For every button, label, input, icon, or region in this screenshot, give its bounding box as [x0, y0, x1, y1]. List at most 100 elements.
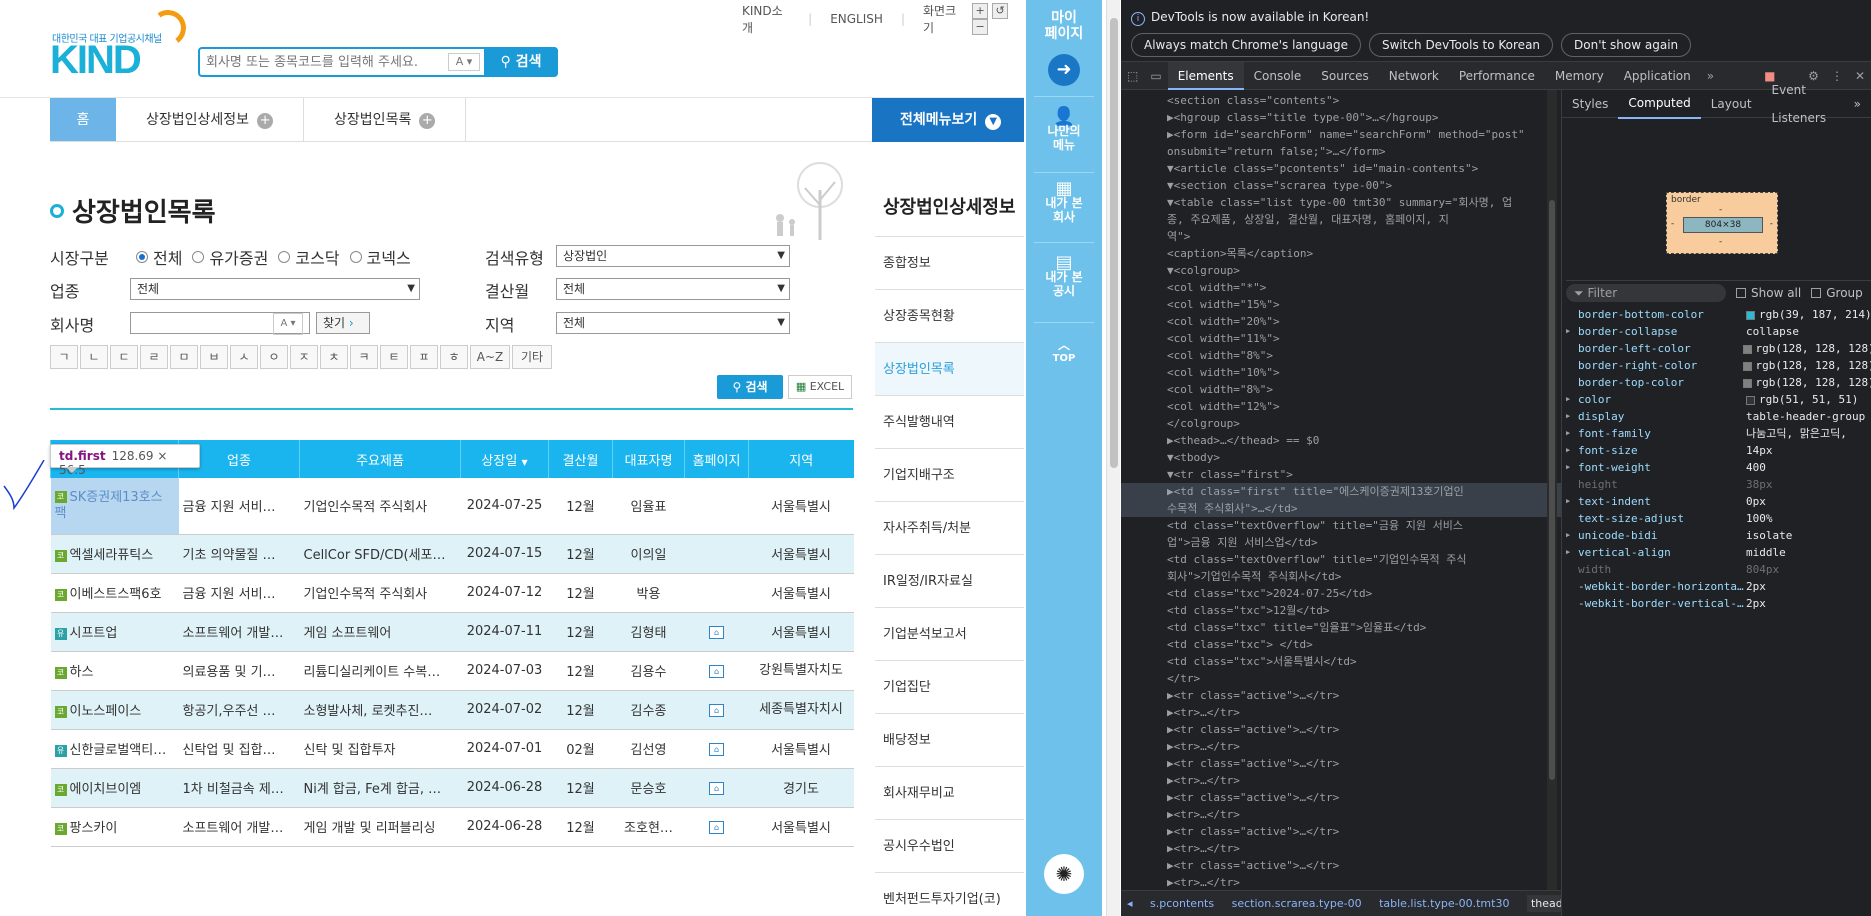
sidebar-item[interactable]: 기업지배구조 [875, 448, 1024, 501]
excel-button[interactable]: ▦ EXCEL [788, 375, 852, 399]
computed-property[interactable]: -webkit-border-vertical-… 2px [1566, 595, 1871, 612]
company-input[interactable]: A ▾ [130, 312, 310, 335]
device-toolbar-icon[interactable]: ▭ [1144, 62, 1167, 90]
char-button[interactable]: ㅇ [260, 345, 288, 369]
company-name[interactable]: 이베스트스팩6호 [70, 587, 162, 602]
computed-property[interactable]: border-right-color rgb(128, 128, 128) [1566, 357, 1871, 374]
settle-month-select[interactable]: 전체 ▼ [556, 278, 790, 300]
dom-node-line[interactable]: 업">금융 지원 서비스업</td> [1121, 534, 1561, 551]
computed-property[interactable]: width 804px [1566, 561, 1871, 578]
dom-node-line[interactable]: <col width="20%"> [1121, 313, 1561, 330]
dom-node-line[interactable]: <col width="15%"> [1121, 296, 1561, 313]
home-icon[interactable]: ⌂ [709, 665, 724, 678]
table-row[interactable]: 코 이베스트스팩6호 금융 지원 서비… 기업인수목적 주식회사 2024-07-12 1… [50, 573, 854, 613]
dom-node-line[interactable]: ▶<tr class="active">…</tr> [1121, 687, 1561, 704]
sidebar-item[interactable]: 기업분석보고서 [875, 607, 1024, 660]
more-tabs-icon[interactable]: » [1701, 62, 1720, 90]
sidebar-item[interactable]: 상장법인목록 [875, 342, 1024, 395]
company-name[interactable]: 팡스카이 [70, 821, 118, 836]
char-button[interactable]: A~Z [470, 345, 510, 369]
tab-console[interactable]: Console [1244, 62, 1312, 90]
arrow-left-icon[interactable]: ◂ [1127, 897, 1133, 910]
home-icon[interactable]: ⌂ [709, 821, 724, 834]
breadcrumb-home[interactable]: 홈 [50, 98, 116, 141]
kind-about-link[interactable]: KIND소개 [742, 2, 790, 36]
char-button[interactable]: ㅁ [170, 345, 198, 369]
char-button[interactable]: ㅍ [410, 345, 438, 369]
dom-node-line[interactable]: 수목적 주식회사">…</td> [1121, 500, 1561, 517]
dom-node-line[interactable]: ▶<tr>…</tr> [1121, 874, 1561, 890]
dom-node-line[interactable]: ▼<section class="scrarea type-00"> [1121, 177, 1561, 194]
dom-node-line[interactable]: ▶<thead>…</thead> == $0 [1121, 432, 1561, 449]
computed-property[interactable]: vertical-alignmiddle [1566, 544, 1871, 561]
viewed-company-button[interactable]: ▦ 내가 본 회사 [1026, 180, 1102, 225]
search-input[interactable] [206, 52, 446, 72]
tab-application[interactable]: Application [1614, 62, 1701, 90]
cell-company[interactable]: 코 이노스페이스 [50, 690, 179, 730]
char-button[interactable]: ㄹ [140, 345, 168, 369]
dom-node-line[interactable]: ▼<colgroup> [1121, 262, 1561, 279]
tab-computed[interactable]: Computed [1618, 89, 1701, 119]
filter-input[interactable]: ⏷ Filter [1566, 283, 1726, 302]
cell-company[interactable]: 코 엑셀세라퓨틱스 [50, 534, 179, 574]
col-region[interactable]: 지역 [748, 440, 854, 478]
tab-styles[interactable]: Styles [1562, 90, 1618, 118]
radio-all[interactable]: 전체 [136, 245, 182, 269]
computed-property[interactable]: displaytable-header-group [1566, 408, 1871, 425]
company-name[interactable]: 신한글로벌액티브리츠 [70, 743, 179, 758]
filter-search-button[interactable]: ⚲ 검색 [717, 375, 783, 399]
page-scrollbar[interactable] [1106, 0, 1120, 916]
breadcrumb-item-detail[interactable]: 상장법인상세정보 + [116, 98, 305, 141]
tab-event-listeners[interactable]: Event Listeners [1762, 76, 1844, 132]
chatgpt-icon[interactable]: ✺ [1044, 854, 1084, 894]
search-button[interactable]: ⚲ 검색 [484, 47, 558, 77]
sidebar-item[interactable]: IR일정/IR자료실 [875, 554, 1024, 607]
cell-company[interactable]: 유 시프트업 [50, 612, 179, 652]
company-name[interactable]: 엑셀세라퓨틱스 [70, 548, 154, 563]
computed-property[interactable]: color rgb(51, 51, 51) [1566, 391, 1871, 408]
top-button[interactable]: ︿ TOP [1026, 338, 1102, 366]
dont-show-again-button[interactable]: Don't show again [1561, 33, 1692, 57]
dom-node-line[interactable]: ▶<td class="first" title="에스케이증권제13호기업인 [1121, 483, 1561, 500]
computed-property[interactable]: border-bottom-color rgb(39, 187, 214) [1566, 306, 1871, 323]
dom-node-line[interactable]: <col width="12%"> [1121, 398, 1561, 415]
table-row[interactable]: 유 신한글로벌액티브리츠 신탁업 및 집합… 신탁 및 집합투자 2024-07-01 0… [50, 729, 854, 769]
computed-property[interactable]: border-left-color rgb(128, 128, 128) [1566, 340, 1871, 357]
table-row[interactable]: 코 팡스카이 소프트웨어 개발… 게임 개발 및 리퍼블리싱 2024-06-28 12월… [50, 807, 854, 847]
sidebar-item[interactable]: 기업집단 [875, 660, 1024, 713]
char-button[interactable]: ㅋ [350, 345, 378, 369]
reset-icon[interactable]: ↺ [992, 3, 1009, 19]
char-button[interactable]: ㅊ [320, 345, 348, 369]
tab-network[interactable]: Network [1379, 62, 1449, 90]
dom-node-line[interactable]: ▶<tr>…</tr> [1121, 738, 1561, 755]
cell-company[interactable]: 코 에이치브이엠 [50, 768, 179, 808]
dom-node-line[interactable]: ▼<table class="list type-00 tmt30" summa… [1121, 194, 1561, 211]
dom-node-line[interactable]: ▶<tr>…</tr> [1121, 772, 1561, 789]
company-name[interactable]: 하스 [70, 665, 94, 680]
dom-node-line[interactable]: ▼<tr class="first"> [1121, 466, 1561, 483]
show-all-checkbox[interactable]: Show all [1736, 286, 1801, 300]
dom-node-line[interactable]: <td class="txc" title="임율표">임율표</td> [1121, 619, 1561, 636]
color-swatch-icon[interactable] [1742, 378, 1752, 388]
col-settle-month[interactable]: 결산월 [548, 440, 613, 478]
computed-property[interactable]: unicode-bidiisolate [1566, 527, 1871, 544]
dom-node-line[interactable]: ▼<article class="pcontents" id="main-con… [1121, 160, 1561, 177]
home-icon[interactable]: ⌂ [709, 782, 724, 795]
computed-property[interactable]: height 38px [1566, 476, 1871, 493]
char-button[interactable]: ㄱ [50, 345, 78, 369]
computed-property[interactable]: border-collapsecollapse [1566, 323, 1871, 340]
radio-kosdaq[interactable]: 코스닥 [278, 245, 340, 269]
cell-company[interactable]: 코 이베스트스팩6호 [50, 573, 179, 613]
viewed-disclosure-button[interactable]: ▤ 내가 본 공시 [1026, 254, 1102, 299]
table-row[interactable]: 코 엑셀세라퓨틱스 기초 의약물질 … CellCor SFD/CD(세포… 2024-… [50, 534, 854, 574]
dom-node-line[interactable]: <col width="8%"> [1121, 347, 1561, 364]
dom-node-line[interactable]: <col width="8%"> [1121, 381, 1561, 398]
sidebar-item[interactable]: 주식발행내역 [875, 395, 1024, 448]
close-icon[interactable]: ✕ [1849, 62, 1871, 90]
char-button[interactable]: 기타 [512, 345, 552, 369]
cell-company[interactable]: 코 SK증권제13호스팩 [50, 478, 179, 535]
sidebar-item[interactable]: 회사재무비교 [875, 766, 1024, 819]
color-swatch-icon[interactable] [1746, 395, 1755, 405]
company-name[interactable]: 에이치브이엠 [70, 782, 142, 797]
radio-kospi[interactable]: 유가증권 [192, 245, 268, 269]
